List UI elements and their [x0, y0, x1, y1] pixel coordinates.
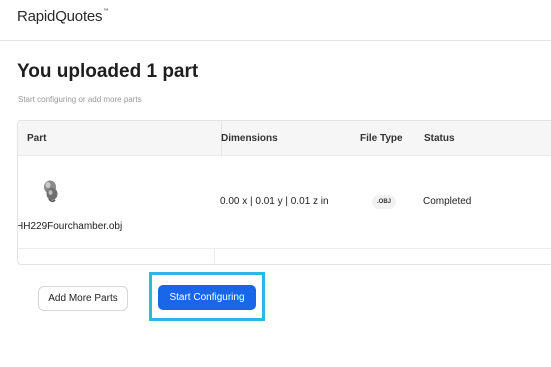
- page-subtitle: Start configuring or add more parts: [18, 95, 142, 104]
- start-configuring-button[interactable]: Start Configuring: [158, 285, 256, 310]
- column-header-status: Status: [424, 133, 455, 144]
- status-text: Completed: [423, 196, 472, 207]
- file-type-badge: .OBJ: [372, 195, 396, 209]
- part-file-name: HH229Fourchamber.obj: [17, 221, 123, 232]
- page-title: You uploaded 1 part: [17, 61, 199, 82]
- cell-divider: [214, 249, 215, 264]
- add-more-parts-button[interactable]: Add More Parts: [38, 286, 128, 311]
- column-header-file-type: File Type: [360, 133, 403, 144]
- brand-name: RapidQuotes: [17, 8, 103, 25]
- parts-table: Part Dimensions File Type Status HH229Fo…: [17, 120, 551, 265]
- 3d-model-thumbnail-icon: [44, 180, 58, 203]
- app-logo[interactable]: RapidQuotes™: [17, 8, 108, 25]
- row-divider: [18, 248, 551, 249]
- column-header-dimensions: Dimensions: [221, 133, 278, 144]
- top-bar: RapidQuotes™: [0, 0, 551, 41]
- table-header: Part Dimensions File Type Status: [18, 121, 551, 156]
- column-header-part: Part: [27, 133, 47, 144]
- part-dimensions: 0.00 x | 0.01 y | 0.01 z in: [220, 196, 329, 207]
- trademark-symbol: ™: [103, 8, 109, 14]
